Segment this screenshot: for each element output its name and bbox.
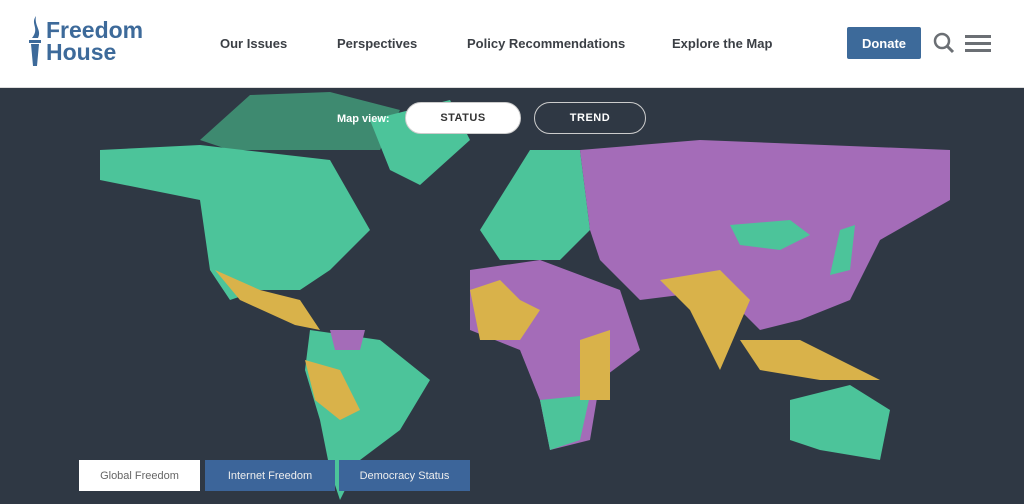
- tab-democracy-status[interactable]: Democracy Status: [339, 460, 470, 491]
- region-east-africa[interactable]: [580, 330, 610, 400]
- nav-policy-recommendations[interactable]: Policy Recommendations: [467, 36, 625, 51]
- map-view-label: Map view:: [337, 113, 390, 125]
- status-toggle[interactable]: STATUS: [405, 102, 521, 134]
- logo-line1: Freedom: [46, 17, 144, 43]
- search-icon[interactable]: [933, 32, 955, 54]
- menu-icon[interactable]: [965, 35, 991, 56]
- nav-perspectives[interactable]: Perspectives: [337, 36, 417, 51]
- logo-line2: House: [46, 39, 117, 65]
- tab-global-freedom[interactable]: Global Freedom: [79, 460, 200, 491]
- region-venezuela[interactable]: [330, 330, 365, 350]
- donate-button[interactable]: Donate: [847, 27, 921, 59]
- tab-internet-freedom[interactable]: Internet Freedom: [205, 460, 335, 491]
- nav-our-issues[interactable]: Our Issues: [220, 36, 287, 51]
- torch-icon: [29, 16, 41, 66]
- nav-explore-map[interactable]: Explore the Map: [672, 36, 772, 51]
- site-header: Freedom House Our Issues Perspectives Pol…: [0, 0, 1024, 88]
- logo[interactable]: Freedom House: [28, 16, 143, 66]
- trend-toggle[interactable]: TREND: [534, 102, 646, 134]
- world-map[interactable]: [0, 88, 1024, 504]
